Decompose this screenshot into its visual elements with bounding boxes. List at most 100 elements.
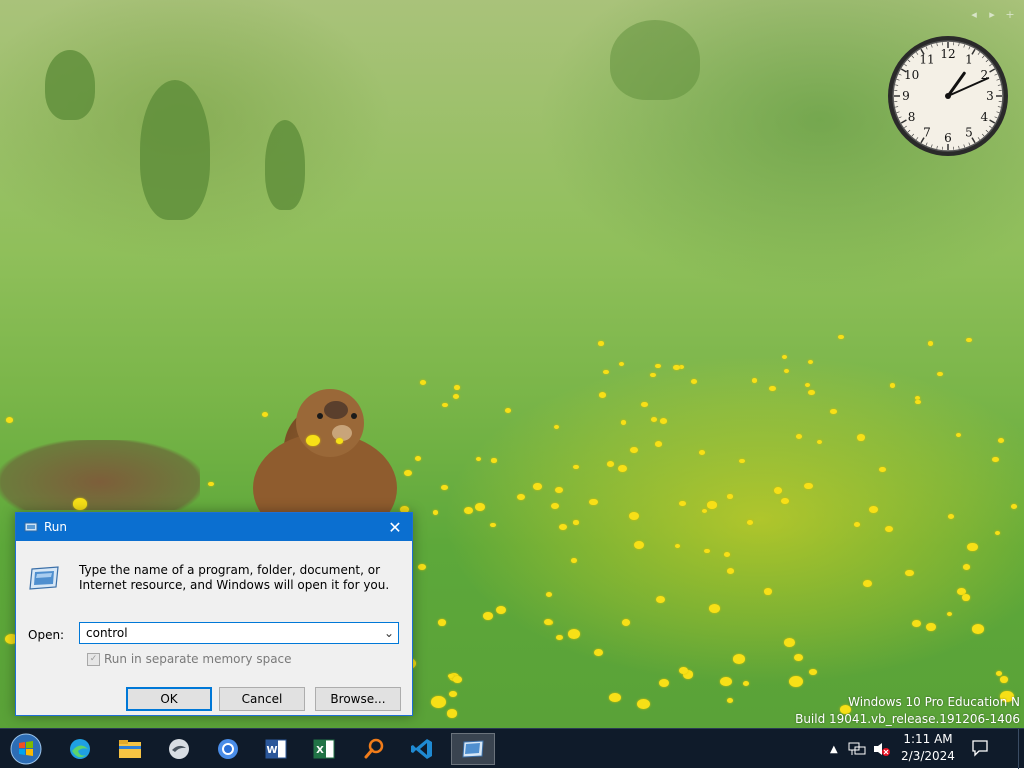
clock-number: 6 [944, 131, 952, 145]
flower [659, 679, 669, 687]
flower [589, 499, 597, 506]
flower [418, 564, 426, 570]
add-gadget-icon[interactable]: + [1004, 8, 1016, 20]
flower [992, 457, 999, 462]
flower [747, 520, 753, 525]
taskbar-chrome[interactable] [208, 733, 248, 765]
flower [559, 524, 567, 530]
flower [724, 552, 730, 557]
flower [863, 580, 872, 587]
flower [599, 392, 606, 398]
open-label: Open: [28, 628, 64, 642]
run-description: Type the name of a program, folder, docu… [79, 563, 399, 593]
taskbar-excel[interactable]: X [304, 733, 344, 765]
flower [782, 355, 788, 360]
flower [774, 487, 783, 494]
flower [641, 402, 648, 407]
taskbar-app[interactable] [159, 733, 199, 765]
open-input[interactable] [80, 626, 380, 640]
clock-number: 1 [965, 53, 973, 67]
flower [453, 394, 459, 399]
edge-icon [68, 737, 92, 761]
taskbar-run[interactable] [451, 733, 495, 765]
flower [634, 541, 644, 549]
flower [673, 365, 680, 370]
taskbar-edge[interactable] [60, 733, 100, 765]
show-hidden-icons-icon[interactable]: ▲ [830, 744, 838, 755]
browse-button[interactable]: Browse... [315, 687, 401, 711]
taskbar-search[interactable] [354, 733, 394, 765]
clock-number: 11 [919, 53, 934, 67]
taskbar-date: 2/3/2024 [896, 748, 960, 765]
flower [449, 691, 456, 697]
run-icon [461, 739, 485, 759]
flower [885, 526, 893, 532]
flower [928, 341, 934, 345]
chevron-down-icon[interactable]: ⌄ [380, 626, 398, 640]
flower [764, 588, 773, 595]
checkbox-icon: ✓ [87, 653, 100, 666]
start-button[interactable] [6, 733, 46, 765]
flower [609, 693, 621, 703]
clock-number: 3 [986, 89, 994, 103]
previous-icon[interactable]: ◂ [968, 8, 980, 20]
flower [905, 570, 914, 577]
start-orb-icon [10, 733, 42, 765]
flower [869, 506, 878, 513]
word-icon: W [264, 737, 288, 761]
flower [73, 498, 87, 509]
flower [603, 370, 609, 375]
run-titlebar[interactable]: Run ✕ [16, 513, 412, 541]
flower [1011, 504, 1017, 509]
flower [496, 606, 506, 614]
volume-muted-icon[interactable] [872, 741, 890, 757]
flower [533, 483, 541, 490]
taskbar-file-explorer[interactable] [110, 733, 150, 765]
flower [926, 623, 936, 631]
open-combobox[interactable]: ⌄ [79, 622, 399, 644]
flower [1000, 676, 1009, 683]
flower [544, 619, 551, 625]
clock-number: 5 [965, 125, 973, 139]
file-explorer-icon [118, 738, 142, 760]
network-icon[interactable] [848, 741, 866, 757]
show-desktop-button[interactable] [1018, 729, 1024, 769]
flower [915, 400, 921, 405]
flower [573, 465, 579, 470]
flower [441, 485, 447, 490]
flower [629, 512, 639, 520]
flower [704, 549, 710, 554]
clock-face: 123456789101112 [886, 34, 1010, 158]
flower [651, 417, 657, 422]
next-icon[interactable]: ▸ [986, 8, 998, 20]
flower [804, 483, 812, 490]
flower [555, 487, 562, 493]
run-title-icon [24, 520, 38, 534]
taskbar-vscode[interactable] [402, 733, 442, 765]
clock-gadget[interactable]: 123456789101112 [886, 34, 1010, 158]
taskbar-word[interactable]: W [256, 733, 296, 765]
flower [679, 501, 685, 506]
flower [546, 592, 552, 597]
svg-text:W: W [266, 745, 277, 756]
flower [727, 494, 733, 498]
close-button[interactable]: ✕ [384, 516, 406, 538]
flower [306, 435, 320, 446]
flower [794, 654, 803, 661]
flower [752, 378, 758, 383]
notification-button[interactable] [970, 738, 990, 758]
cancel-button[interactable]: Cancel [219, 687, 305, 711]
tree [140, 80, 210, 220]
flower [551, 503, 559, 509]
flower [420, 380, 426, 385]
flower [784, 638, 795, 647]
flower [739, 459, 745, 463]
flower [830, 409, 837, 415]
flower [796, 434, 802, 439]
clock-number: 10 [904, 68, 919, 82]
flower [937, 372, 943, 377]
ok-button[interactable]: OK [126, 687, 212, 711]
flower [208, 482, 214, 487]
run-body: Type the name of a program, folder, docu… [16, 541, 412, 717]
taskbar-clock[interactable]: 1:11 AM 2/3/2024 [896, 731, 960, 765]
